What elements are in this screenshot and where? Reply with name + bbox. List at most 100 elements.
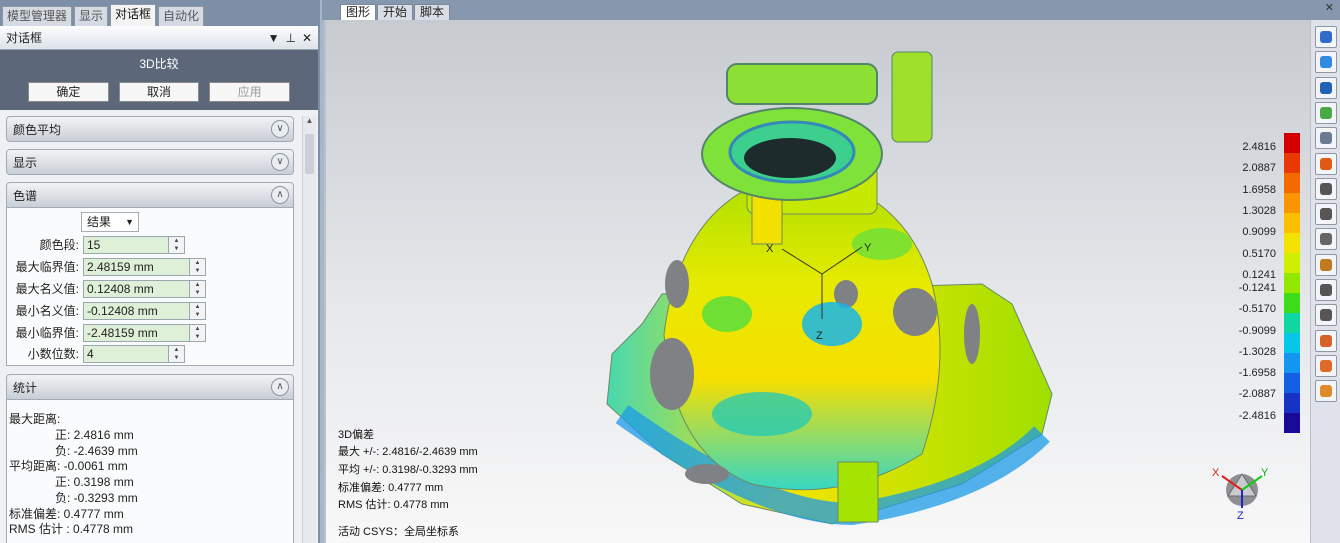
- max-critical-label: 最大临界值:: [15, 260, 79, 274]
- info-std: 标准偏差: 0.4777 mm: [338, 482, 444, 494]
- gizmo-y-label: Y: [1261, 467, 1269, 479]
- min-critical-stepper[interactable]: ▲ ▼: [190, 323, 206, 342]
- section-color-average-header[interactable]: 颜色平均 ∨: [6, 116, 294, 142]
- color-ring-icon[interactable]: [1315, 152, 1337, 175]
- section-display-header[interactable]: 显示 ∨: [6, 149, 294, 175]
- tab-dialog[interactable]: 对话框: [110, 4, 157, 26]
- view-tab-strip: 图形 开始 脚本 ✕: [322, 0, 1340, 20]
- zoom-fit-icon-glyph: [1320, 132, 1332, 145]
- curve-icon[interactable]: [1315, 253, 1337, 276]
- graphics-viewport[interactable]: X Y Z 2.4816 2.0887 1.6958 1.3028 0.9099 0.51…: [324, 20, 1310, 543]
- polygon-icon-glyph: [1320, 309, 1332, 322]
- color-scale-label: 1.6958: [1242, 184, 1276, 196]
- cube-icon[interactable]: [1315, 380, 1337, 403]
- select-rect-icon-glyph: [1320, 182, 1332, 195]
- panel-scrollbar[interactable]: ▲: [302, 116, 316, 543]
- select-box-icon[interactable]: [1315, 279, 1337, 301]
- color-scale-segment: [1284, 313, 1300, 334]
- result-mode-select[interactable]: 结果 ▼: [81, 212, 139, 232]
- color-scale-label: 1.3028: [1242, 205, 1276, 217]
- section-stats: 统计 ∧ 最大距离: 正: 2.4816 mm 负: -2.4639 mm 平均…: [6, 374, 294, 543]
- chevron-down-icon[interactable]: ∨: [271, 120, 289, 138]
- orientation-gizmo[interactable]: X Y Z: [1210, 460, 1272, 520]
- decimal-places-stepper[interactable]: ▲ ▼: [169, 344, 185, 363]
- zoom-fit-icon[interactable]: [1315, 127, 1337, 150]
- dropdown-icon[interactable]: ▼: [268, 31, 280, 45]
- window-icon-glyph: [1320, 31, 1332, 43]
- info-max: 最大 +/-: 2.4816/-2.4639 mm: [338, 446, 478, 458]
- section-color-average: 颜色平均 ∨: [6, 116, 294, 142]
- section-display-label: 显示: [13, 155, 38, 170]
- panel-title-bar: 对话框 ▼ ⊥ ✕: [0, 26, 318, 50]
- cube-icon[interactable]: [1315, 329, 1337, 352]
- color-scale-label: 0.9099: [1242, 226, 1276, 238]
- color-segments-field[interactable]: 15: [83, 235, 169, 254]
- chevron-down-icon[interactable]: ∨: [271, 153, 289, 171]
- max-critical-stepper[interactable]: ▲ ▼: [190, 257, 206, 276]
- axis-z-label: Z: [816, 330, 823, 342]
- stat-max-title: 最大距离:: [9, 412, 61, 426]
- max-critical-field[interactable]: 2.48159 mm: [83, 257, 190, 276]
- dialog-scroll-area: 颜色平均 ∨ 显示 ∨ 色谱 ∧ 结果 ▼ 颜色段: 15 ▲ ▼ 最大临界值:…: [0, 110, 318, 543]
- section-stats-label: 统计: [13, 380, 38, 395]
- axis-y-label: Y: [864, 242, 872, 254]
- color-scale-label: -0.9099: [1238, 325, 1276, 337]
- deviation-color-map-model[interactable]: X Y Z: [602, 34, 1072, 543]
- close-view-icon[interactable]: ✕: [1325, 1, 1334, 14]
- cancel-button[interactable]: 取消: [118, 82, 200, 102]
- min-nominal-label: 最小名义值:: [15, 304, 79, 318]
- section-spectrum-header[interactable]: 色谱 ∧: [6, 182, 294, 208]
- select-box-icon-glyph: [1320, 284, 1332, 296]
- pin-icon[interactable]: ⊥: [285, 31, 295, 45]
- tab-graphics[interactable]: 图形: [340, 4, 377, 20]
- color-scale-label: -1.3028: [1238, 346, 1276, 358]
- scroll-up-icon[interactable]: ▲: [303, 116, 316, 130]
- line-icon[interactable]: [1315, 228, 1337, 251]
- tab-automation[interactable]: 自动化: [158, 6, 205, 26]
- close-icon[interactable]: ✕: [302, 31, 312, 45]
- ok-button[interactable]: 确定: [28, 82, 109, 102]
- view-icon[interactable]: [1315, 76, 1337, 99]
- view-icon-glyph: [1320, 81, 1332, 94]
- tab-display[interactable]: 显示: [74, 6, 109, 26]
- dialog-title: 3D比较: [0, 50, 318, 78]
- max-nominal-stepper[interactable]: ▲ ▼: [190, 279, 206, 298]
- min-nominal-stepper[interactable]: ▲ ▼: [190, 301, 206, 320]
- select-lasso-icon[interactable]: [1315, 203, 1337, 226]
- color-segments-stepper[interactable]: ▲ ▼: [169, 235, 185, 254]
- tab-start[interactable]: 开始: [377, 4, 414, 20]
- cube-icon[interactable]: [1315, 354, 1337, 377]
- info-active-csys: 活动 CSYS：全局坐标系: [338, 526, 460, 538]
- window-icon[interactable]: [1315, 26, 1337, 48]
- color-scale-segment: [1284, 353, 1300, 374]
- select-rect-icon[interactable]: [1315, 177, 1337, 200]
- color-scale-segment: [1284, 413, 1300, 433]
- color-scale-label: -2.0887: [1238, 388, 1276, 400]
- tab-model-manager[interactable]: 模型管理器: [2, 6, 73, 26]
- color-ring-icon-glyph: [1320, 157, 1332, 170]
- min-nominal-field[interactable]: -0.12408 mm: [83, 301, 190, 320]
- apply-button[interactable]: 应用: [209, 82, 291, 102]
- chevron-up-icon[interactable]: ∧: [271, 378, 289, 396]
- max-nominal-field[interactable]: 0.12408 mm: [83, 279, 190, 298]
- section-stats-header[interactable]: 统计 ∧: [6, 374, 294, 400]
- color-scale-bar: [1284, 133, 1300, 433]
- polygon-icon[interactable]: [1315, 304, 1337, 327]
- color-scale-segment: [1284, 213, 1300, 234]
- panel-title: 对话框: [6, 31, 43, 45]
- stat-avg-title: 平均距离: -0.0061 mm: [9, 459, 128, 473]
- section-spectrum-label: 色谱: [13, 188, 38, 203]
- row-decimal-places: 小数位数: 4 ▲ ▼: [7, 344, 185, 363]
- tab-script[interactable]: 脚本: [414, 4, 451, 20]
- info-title: 3D偏差: [338, 429, 375, 441]
- color-scale-label: 2.0887: [1242, 162, 1276, 174]
- row-max-critical: 最大临界值: 2.48159 mm ▲ ▼: [7, 257, 206, 276]
- scrollbar-thumb[interactable]: [305, 134, 314, 174]
- chevron-up-icon[interactable]: ∧: [271, 186, 289, 204]
- rotate-icon[interactable]: [1315, 51, 1337, 74]
- min-critical-field[interactable]: -2.48159 mm: [83, 323, 190, 342]
- layers-icon[interactable]: [1315, 101, 1337, 124]
- color-scale-segment: [1284, 173, 1300, 194]
- decimal-places-field[interactable]: 4: [83, 344, 169, 363]
- color-scale-label: -0.5170: [1238, 303, 1276, 315]
